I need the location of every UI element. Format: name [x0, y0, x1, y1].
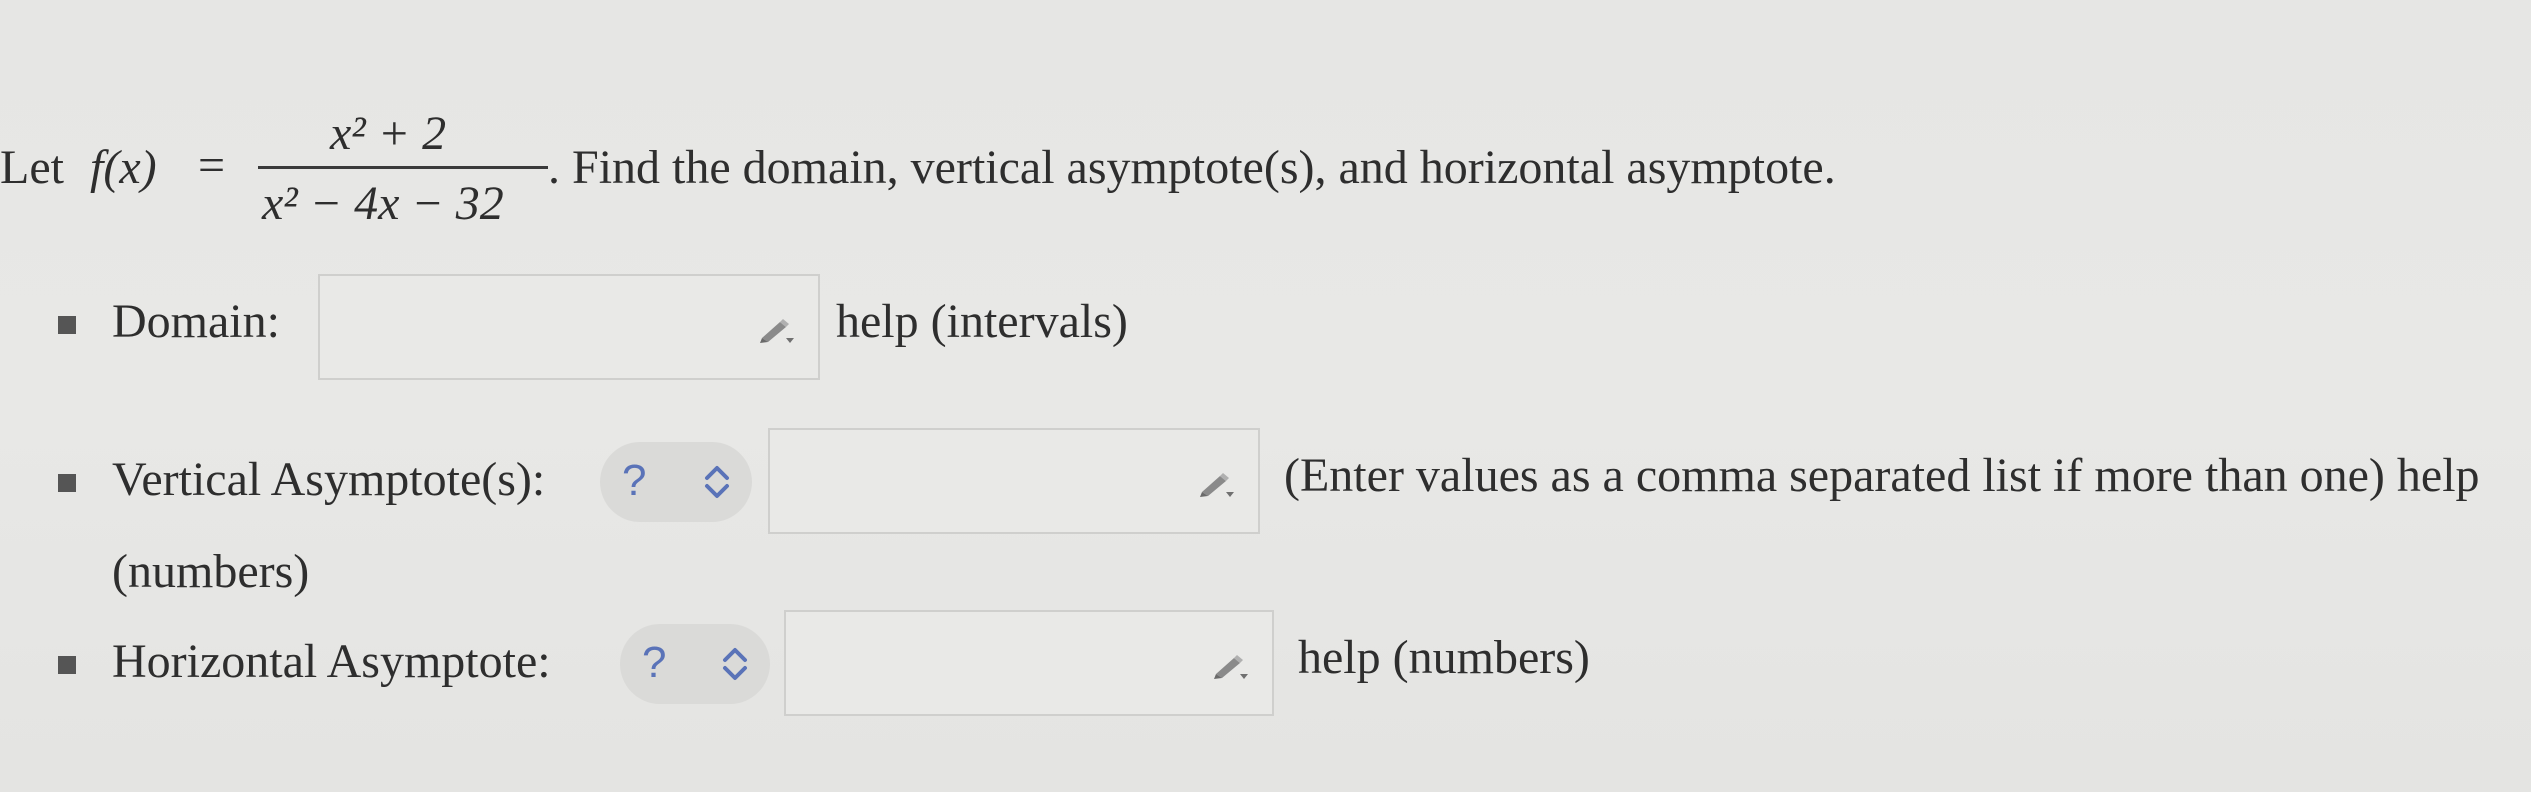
selector-value: ?	[622, 456, 647, 505]
pencil-icon[interactable]	[756, 316, 796, 344]
horizontal-asymptote-selector[interactable]: ?	[620, 624, 770, 704]
vertical-asymptote-label: Vertical Asymptote(s):	[112, 453, 546, 506]
selector-value: ?	[642, 638, 667, 687]
vertical-asymptote-selector[interactable]: ?	[600, 442, 752, 522]
pencil-icon[interactable]	[1196, 470, 1236, 498]
horizontal-asymptote-help-link[interactable]: help (numbers)	[1298, 630, 1590, 685]
function-name: f(x)	[90, 141, 157, 194]
fraction-bar	[258, 166, 548, 169]
fraction-numerator: x² + 2	[330, 107, 447, 160]
vertical-asymptote-help-continuation[interactable]: (numbers)	[112, 544, 309, 599]
up-down-chevron-icon	[705, 466, 729, 498]
equals-sign: =	[198, 139, 226, 192]
vertical-asymptote-row: Vertical Asymptote(s): ? (Enter values a…	[0, 428, 2531, 598]
domain-row: Domain: help (intervals)	[0, 270, 2531, 380]
pencil-icon[interactable]	[1210, 652, 1250, 680]
horizontal-asymptote-label: Horizontal Asymptote:	[112, 635, 551, 688]
domain-help-link[interactable]: help (intervals)	[836, 294, 1128, 349]
vertical-asymptote-input[interactable]	[768, 428, 1260, 534]
horizontal-asymptote-input[interactable]	[784, 610, 1274, 716]
let-text: Let	[0, 141, 64, 194]
period: .	[548, 141, 560, 194]
bullet	[58, 316, 76, 334]
problem-instruction: Find the domain, vertical asymptote(s), …	[572, 141, 1836, 194]
problem-statement: Let f(x) = x² + 2 x² − 4x − 32 . Find th…	[0, 100, 2200, 240]
fraction-denominator: x² − 4x − 32	[262, 177, 504, 230]
bullet	[58, 656, 76, 674]
domain-input[interactable]	[318, 274, 820, 380]
horizontal-asymptote-row: Horizontal Asymptote: ? help (numbers)	[0, 610, 2531, 720]
vertical-asymptote-instruction[interactable]: (Enter values as a comma separated list …	[1284, 448, 2480, 503]
up-down-chevron-icon	[723, 648, 747, 680]
bullet	[58, 474, 76, 492]
domain-label: Domain:	[112, 295, 280, 348]
